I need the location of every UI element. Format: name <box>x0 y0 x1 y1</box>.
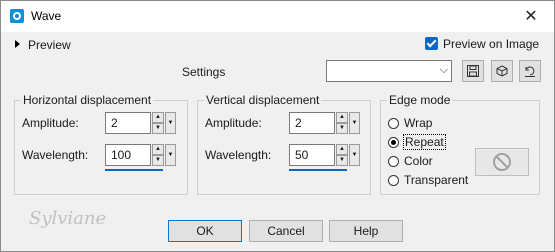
h-wavelength-label: Wavelength: <box>22 148 89 162</box>
v-amplitude-label: Amplitude: <box>205 116 262 130</box>
save-icon <box>467 65 479 77</box>
edge-mode-title: Edge mode <box>387 93 453 107</box>
preview-expander[interactable]: Preview <box>15 38 71 52</box>
v-wavelength-input[interactable]: 50 <box>289 144 335 166</box>
undo-icon <box>525 66 535 77</box>
app-icon <box>10 9 24 23</box>
radio-label-wrap: Wrap <box>404 116 433 130</box>
settings-label: Settings <box>182 65 226 79</box>
v-amplitude-input[interactable]: 2 <box>289 112 335 134</box>
preview-on-image-checkbox[interactable]: Preview on Image <box>425 37 539 51</box>
dropdown-arrow-icon[interactable]: ▼ <box>349 112 360 134</box>
edge-radio-repeat[interactable]: Repeat <box>388 134 446 150</box>
wave-dialog: Wave ✕ Preview Preview on Image Settings… <box>0 0 555 252</box>
dropdown-arrow-icon[interactable]: ▼ <box>165 144 176 166</box>
h-amplitude-spinner[interactable]: 2 ▲ ▼ ▼ <box>105 112 177 134</box>
radio-icon <box>388 175 399 186</box>
title-bar: Wave ✕ <box>1 1 554 32</box>
horizontal-displacement-title: Horizontal displacement <box>21 93 154 107</box>
close-button[interactable]: ✕ <box>508 1 554 32</box>
radio-icon <box>388 118 399 129</box>
spin-up-icon[interactable]: ▲ <box>336 112 348 123</box>
chevron-down-icon: ⌵ <box>439 64 448 76</box>
edge-color-swatch[interactable] <box>475 148 529 176</box>
spin-down-icon[interactable]: ▼ <box>152 155 164 166</box>
spin-up-icon[interactable]: ▲ <box>152 144 164 155</box>
radio-label-transparent: Transparent <box>404 173 469 187</box>
no-color-icon <box>493 153 511 171</box>
radio-label-color: Color <box>404 154 433 168</box>
h-amplitude-input[interactable]: 2 <box>105 112 151 134</box>
edge-radio-wrap[interactable]: Wrap <box>388 116 432 130</box>
spin-down-icon[interactable]: ▼ <box>336 155 348 166</box>
slider-track[interactable] <box>105 169 163 171</box>
preset-dropdown[interactable]: ⌵ <box>326 60 452 82</box>
dropdown-arrow-icon[interactable]: ▼ <box>165 112 176 134</box>
radio-icon <box>388 156 399 167</box>
expand-arrow-icon <box>15 40 20 48</box>
watermark-signature: Sylviane <box>29 208 107 229</box>
spin-down-icon[interactable]: ▼ <box>336 123 348 134</box>
edge-radio-transparent[interactable]: Transparent <box>388 173 468 187</box>
radio-label-repeat: Repeat <box>403 134 446 150</box>
slider-track[interactable] <box>289 169 347 171</box>
cancel-button[interactable]: Cancel <box>249 220 323 242</box>
edge-radio-color[interactable]: Color <box>388 154 433 168</box>
v-wavelength-label: Wavelength: <box>205 148 272 162</box>
spin-down-icon[interactable]: ▼ <box>152 123 164 134</box>
cube-icon <box>496 65 508 77</box>
h-wavelength-spinner[interactable]: 100 ▲ ▼ ▼ <box>105 144 177 171</box>
preview-label: Preview <box>28 38 71 52</box>
help-button[interactable]: Help <box>329 220 403 242</box>
spin-up-icon[interactable]: ▲ <box>336 144 348 155</box>
v-wavelength-spinner[interactable]: 50 ▲ ▼ ▼ <box>289 144 361 171</box>
reset-button[interactable] <box>491 60 513 82</box>
undo-button[interactable] <box>519 60 541 82</box>
h-wavelength-input[interactable]: 100 <box>105 144 151 166</box>
preview-on-image-label: Preview on Image <box>443 37 540 51</box>
h-amplitude-label: Amplitude: <box>22 116 79 130</box>
window-title: Wave <box>31 9 62 23</box>
vertical-displacement-title: Vertical displacement <box>204 93 322 107</box>
v-amplitude-spinner[interactable]: 2 ▲ ▼ ▼ <box>289 112 361 134</box>
save-preset-button[interactable] <box>462 60 484 82</box>
radio-selected-icon <box>388 137 399 148</box>
spin-up-icon[interactable]: ▲ <box>152 112 164 123</box>
dropdown-arrow-icon[interactable]: ▼ <box>349 144 360 166</box>
ok-button[interactable]: OK <box>168 220 242 242</box>
checkbox-checked-icon <box>425 37 438 50</box>
